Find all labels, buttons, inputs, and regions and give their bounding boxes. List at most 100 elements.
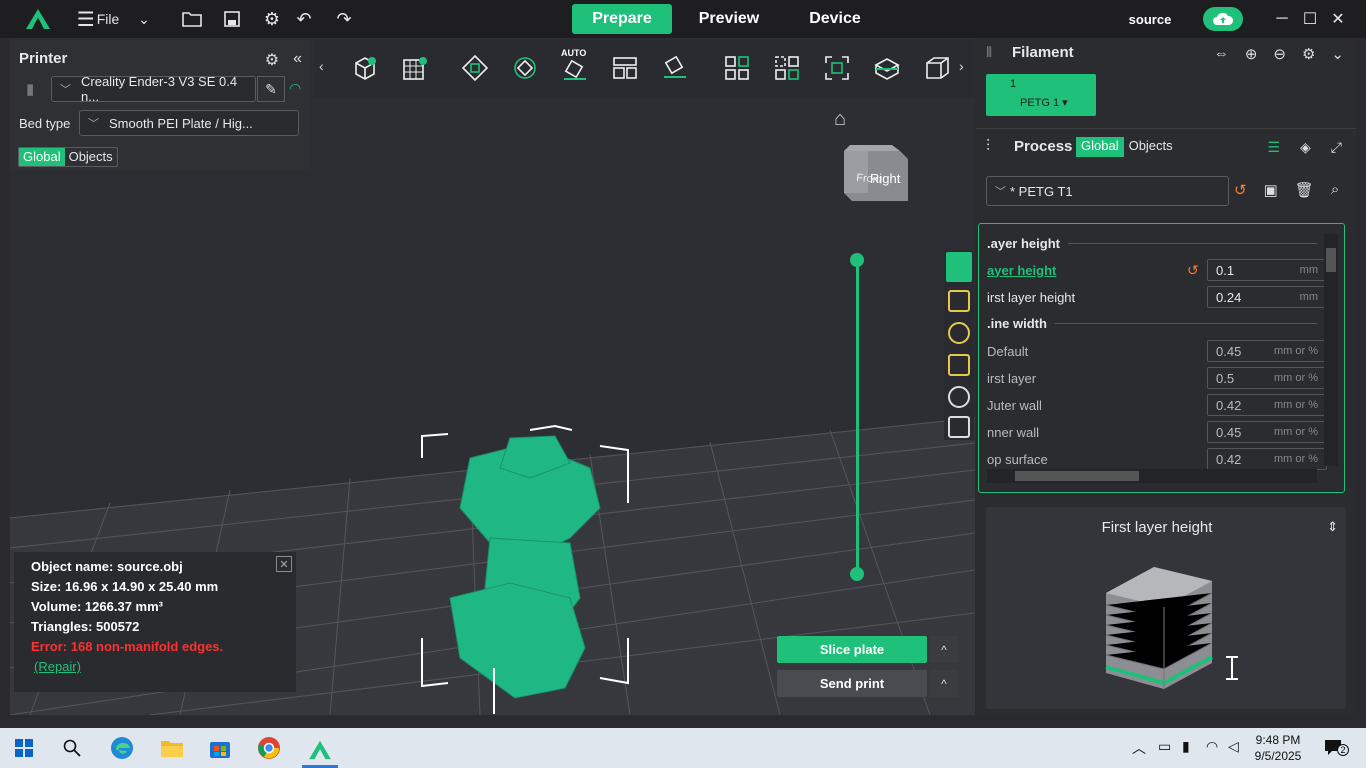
param-input[interactable]: 0.24 mm (1207, 286, 1327, 308)
scroll-left-icon[interactable]: ‹ (319, 58, 324, 74)
bed-type-select[interactable]: ﹀ Smooth PEI Plate / Hig... (79, 110, 299, 136)
sync-filament-icon[interactable]: ⇔ (1214, 45, 1229, 63)
store-icon[interactable] (206, 734, 234, 762)
tray-wifi-icon[interactable]: ◠ (1206, 738, 1218, 755)
tab-device[interactable]: Device (800, 0, 870, 38)
lay-on-face-icon[interactable] (657, 50, 693, 86)
printer-settings-icon[interactable]: ⚙ (265, 50, 279, 70)
maximize-icon[interactable]: ☐ (1296, 0, 1324, 38)
edge-browser-icon[interactable] (108, 734, 136, 762)
process-share-icon[interactable]: ⤢ (1331, 139, 1342, 156)
open-folder-icon[interactable] (178, 0, 206, 38)
notification-center-icon[interactable]: 2 (1323, 738, 1349, 756)
search-icon[interactable]: ⌕ (1331, 181, 1339, 199)
filament-collapse-icon[interactable]: ⌄ (1331, 45, 1344, 63)
windows-start-icon[interactable] (10, 734, 38, 762)
tab-preview[interactable]: Preview (690, 0, 768, 38)
layer-slider-bottom-handle[interactable] (850, 567, 864, 581)
process-global-toggle[interactable]: Global (1076, 137, 1124, 157)
scale-icon[interactable] (819, 50, 855, 86)
objects-toggle[interactable]: Objects (65, 148, 117, 166)
params-horizontal-scrollbar[interactable] (987, 469, 1317, 483)
param-input[interactable]: 0.1 mm (1207, 259, 1327, 281)
speed-icon[interactable] (948, 322, 970, 344)
split-parts-icon[interactable] (769, 50, 805, 86)
tab-prepare[interactable]: Prepare (572, 4, 672, 34)
reset-value-icon[interactable]: ↺ (1187, 262, 1199, 279)
box-view-icon[interactable] (919, 50, 955, 86)
param-input[interactable]: 0.42 mm or % (1207, 448, 1327, 470)
process-objects-toggle[interactable]: Objects (1124, 137, 1178, 157)
arrange-icon[interactable] (607, 50, 643, 86)
printer-preset-select[interactable]: ﹀ Creality Ender-3 V3 SE 0.4 n... (51, 74, 256, 104)
split-objects-icon[interactable] (719, 50, 755, 86)
save-preset-icon[interactable]: ▣ (1264, 181, 1278, 199)
add-filament-icon[interactable]: ⊕ (1245, 45, 1258, 63)
param-input[interactable]: 0.42 mm or % (1207, 394, 1327, 416)
strength-icon[interactable] (948, 354, 970, 376)
slice-plate-button[interactable]: Slice plate (777, 636, 927, 663)
undo-icon[interactable]: ↶ (290, 0, 318, 38)
view-cube[interactable]: Front Right (840, 145, 908, 203)
remove-filament-icon[interactable]: ⊖ (1273, 45, 1286, 63)
settings-gear-icon[interactable]: ⚙ (258, 0, 286, 38)
file-explorer-icon[interactable] (158, 734, 186, 762)
tray-battery-icon[interactable]: ▮ (1182, 738, 1190, 755)
cut-icon[interactable] (869, 50, 905, 86)
auto-orient-icon[interactable] (457, 50, 493, 86)
delete-preset-icon[interactable]: 🗑 (1295, 181, 1314, 199)
file-menu-button[interactable]: ☰ File (76, 0, 120, 38)
chrome-icon[interactable] (255, 734, 283, 762)
layers-icon[interactable] (946, 252, 972, 282)
slice-options-button[interactable]: ^ (930, 636, 958, 663)
add-plate-icon[interactable] (397, 50, 433, 86)
filament-slot-1[interactable]: 1 PETG 1 ▾ (986, 74, 1096, 116)
edit-printer-icon[interactable]: ✎ (257, 76, 285, 102)
send-options-button[interactable]: ^ (930, 670, 958, 697)
process-preset-select[interactable]: ﹀ * PETG T1 (986, 176, 1229, 206)
redo-icon[interactable]: ↷ (330, 0, 358, 38)
drag-handle-icon[interactable]: ⦀ (986, 44, 992, 61)
tray-camera-icon[interactable]: ▭ (1158, 738, 1171, 755)
search-icon[interactable] (58, 734, 86, 762)
others-icon[interactable] (948, 386, 970, 408)
param-input[interactable]: 0.45 mm or % (1207, 340, 1327, 362)
wifi-icon[interactable]: ◠ (289, 80, 301, 97)
close-icon[interactable]: ✕ (1324, 0, 1352, 38)
cloud-upload-button[interactable] (1203, 7, 1243, 31)
tray-chevron-up-icon[interactable]: ︿ (1132, 738, 1146, 758)
home-view-icon[interactable]: ⌂ (834, 108, 846, 131)
process-compare-icon[interactable]: ◈ (1300, 139, 1311, 156)
param-label[interactable]: ayer height (987, 263, 1056, 278)
scroll-thumb[interactable] (1015, 471, 1139, 481)
layer-slider-top-handle[interactable] (850, 253, 864, 267)
param-input[interactable]: 0.45 mm or % (1207, 421, 1327, 443)
orca-slicer-taskbar-icon[interactable] (302, 734, 338, 768)
auto-arrange-icon[interactable]: AUTO (557, 48, 593, 86)
save-icon[interactable] (218, 0, 246, 38)
app-logo-icon[interactable] (24, 0, 52, 38)
repair-link[interactable]: (Repair) (34, 659, 81, 674)
close-info-icon[interactable]: ✕ (276, 556, 292, 572)
rotate-icon[interactable] (507, 50, 543, 86)
multi-material-icon[interactable] (948, 416, 970, 438)
system-clock[interactable]: 9:48 PM 9/5/2025 (1242, 732, 1314, 764)
param-input[interactable]: 0.5 mm or % (1207, 367, 1327, 389)
layer-slider-track[interactable] (856, 260, 859, 574)
process-list-icon[interactable]: ☰ (1267, 139, 1280, 156)
filament-settings-icon[interactable]: ⚙ (1302, 45, 1315, 63)
params-vertical-scrollbar[interactable] (1324, 234, 1338, 466)
send-print-button[interactable]: Send print (777, 670, 927, 697)
expand-icon[interactable]: ⇕ (1327, 519, 1338, 535)
support-icon[interactable] (948, 290, 970, 312)
minimize-icon[interactable]: ─ (1268, 0, 1296, 38)
tray-volume-icon[interactable]: ◁ (1228, 738, 1239, 755)
global-toggle[interactable]: Global (19, 148, 65, 166)
user-name[interactable]: source (1120, 0, 1180, 38)
collapse-panel-icon[interactable]: « (293, 50, 302, 70)
scroll-right-icon[interactable]: › (959, 58, 964, 74)
reset-preset-icon[interactable]: ↺ (1234, 181, 1247, 199)
scroll-thumb[interactable] (1326, 248, 1336, 272)
add-object-icon[interactable] (347, 50, 383, 86)
chevron-down-icon[interactable]: ⌄ (132, 0, 156, 38)
